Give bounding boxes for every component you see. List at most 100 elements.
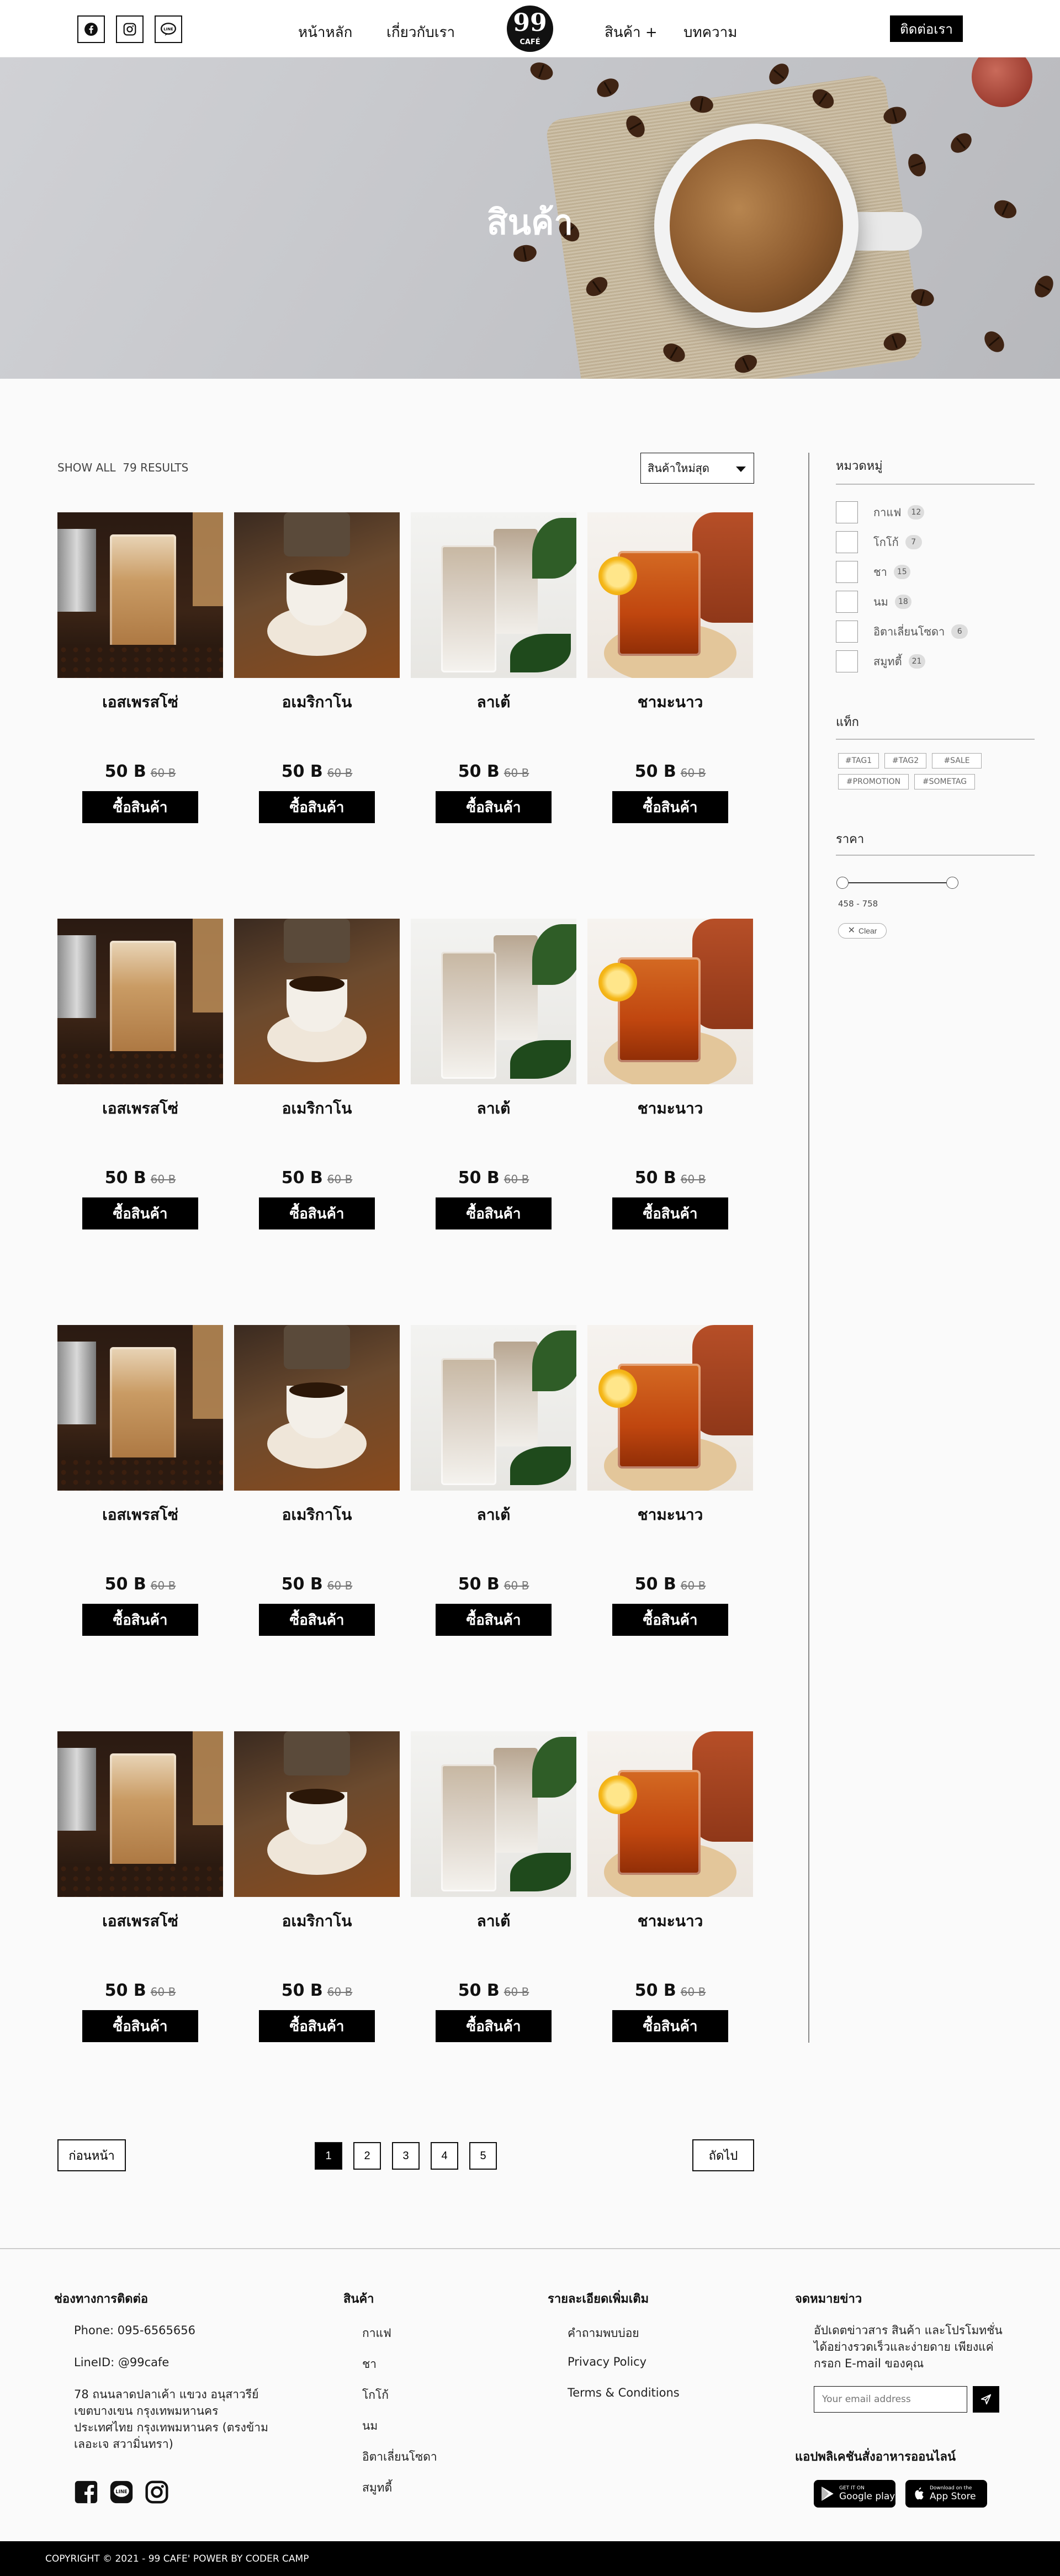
product-card[interactable]: ชามะนาว 50 B 60 B ซื้อสินค้า	[587, 919, 753, 1229]
product-name[interactable]: อเมริกาโน	[234, 1096, 400, 1121]
newsletter-send-button[interactable]	[973, 2386, 999, 2413]
page-3-button[interactable]: 3	[392, 2142, 420, 2170]
footer-link-cocoa[interactable]: โกโก้	[362, 2386, 389, 2404]
footer-instagram-button[interactable]	[144, 2479, 170, 2505]
product-name[interactable]: อเมริกาโน	[234, 1503, 400, 1527]
buy-button[interactable]: ซื้อสินค้า	[612, 791, 728, 823]
product-card[interactable]: ชามะนาว 50 B 60 B ซื้อสินค้า	[587, 1325, 753, 1636]
product-card[interactable]: อเมริกาโน 50 B 60 B ซื้อสินค้า	[234, 919, 400, 1229]
price-slider-track[interactable]	[842, 882, 953, 883]
footer-link-faq[interactable]: คำถามพบบ่อย	[568, 2324, 639, 2342]
line-button[interactable]: LINE	[155, 15, 182, 43]
espresso-image[interactable]	[57, 1325, 223, 1491]
product-name[interactable]: เอสเพรสโซ่	[57, 690, 223, 714]
buy-button[interactable]: ซื้อสินค้า	[259, 2010, 375, 2042]
nav-products[interactable]: สินค้า +	[605, 21, 658, 44]
footer-link-coffee[interactable]: กาแฟ	[362, 2324, 391, 2342]
product-name[interactable]: เอสเพรสโซ่	[57, 1096, 223, 1121]
americano-image[interactable]	[234, 512, 400, 678]
buy-button[interactable]: ซื้อสินค้า	[82, 791, 198, 823]
buy-button[interactable]: ซื้อสินค้า	[612, 1604, 728, 1636]
product-name[interactable]: อเมริกาโน	[234, 1909, 400, 1933]
category-item[interactable]: ชา 15	[836, 561, 910, 583]
product-card[interactable]: ลาเต้ 50 B 60 B ซื้อสินค้า	[411, 512, 576, 823]
tag-chip[interactable]: #SOMETAG	[914, 774, 975, 789]
footer-link-privacy[interactable]: Privacy Policy	[568, 2355, 646, 2368]
nav-about[interactable]: เกี่ยวกับเรา	[386, 21, 455, 44]
page-2-button[interactable]: 2	[353, 2142, 381, 2170]
contact-button[interactable]: ติดต่อเรา	[890, 15, 963, 42]
buy-button[interactable]: ซื้อสินค้า	[612, 1197, 728, 1229]
product-name[interactable]: ลาเต้	[411, 1503, 576, 1527]
clear-filter-button[interactable]: ✕ Clear	[838, 923, 887, 939]
category-checkbox[interactable]	[836, 501, 858, 523]
next-page-button[interactable]: ถัดไป	[692, 2139, 754, 2171]
category-item[interactable]: อิตาเลี่ยนโซดา 6	[836, 621, 968, 643]
nav-articles[interactable]: บทความ	[683, 21, 737, 44]
tag-chip[interactable]: #SALE	[932, 753, 982, 768]
product-card[interactable]: เอสเพรสโซ่ 50 B 60 B ซื้อสินค้า	[57, 919, 223, 1229]
prev-page-button[interactable]: ก่อนหน้า	[57, 2139, 126, 2171]
lemon-tea-image[interactable]	[587, 512, 753, 678]
instagram-button[interactable]	[116, 15, 144, 43]
product-name[interactable]: เอสเพรสโซ่	[57, 1503, 223, 1527]
product-card[interactable]: ลาเต้ 50 B 60 B ซื้อสินค้า	[411, 919, 576, 1229]
buy-button[interactable]: ซื้อสินค้า	[82, 1197, 198, 1229]
product-name[interactable]: อเมริกาโน	[234, 690, 400, 714]
buy-button[interactable]: ซื้อสินค้า	[436, 1197, 552, 1229]
buy-button[interactable]: ซื้อสินค้า	[259, 791, 375, 823]
espresso-image[interactable]	[57, 1731, 223, 1897]
tag-chip[interactable]: #PROMOTION	[838, 774, 909, 789]
buy-button[interactable]: ซื้อสินค้า	[436, 791, 552, 823]
buy-button[interactable]: ซื้อสินค้า	[82, 2010, 198, 2042]
espresso-image[interactable]	[57, 919, 223, 1084]
latte-image[interactable]	[411, 512, 576, 678]
product-card[interactable]: อเมริกาโน 50 B 60 B ซื้อสินค้า	[234, 512, 400, 823]
page-1-button[interactable]: 1	[315, 2142, 342, 2170]
buy-button[interactable]: ซื้อสินค้า	[612, 2010, 728, 2042]
price-slider-max-handle[interactable]	[946, 877, 958, 889]
page-4-button[interactable]: 4	[431, 2142, 458, 2170]
category-checkbox[interactable]	[836, 561, 858, 583]
latte-image[interactable]	[411, 1731, 576, 1897]
product-name[interactable]: ชามะนาว	[587, 690, 753, 714]
product-name[interactable]: ชามะนาว	[587, 1909, 753, 1933]
product-name[interactable]: ลาเต้	[411, 1909, 576, 1933]
footer-link-smoothie[interactable]: สมูทตี้	[362, 2479, 392, 2497]
product-card[interactable]: เอสเพรสโซ่ 50 B 60 B ซื้อสินค้า	[57, 1325, 223, 1636]
product-card[interactable]: ลาเต้ 50 B 60 B ซื้อสินค้า	[411, 1325, 576, 1636]
espresso-image[interactable]	[57, 512, 223, 678]
nav-home[interactable]: หน้าหลัก	[298, 21, 352, 44]
newsletter-email-input[interactable]	[814, 2386, 967, 2413]
buy-button[interactable]: ซื้อสินค้า	[259, 1197, 375, 1229]
latte-image[interactable]	[411, 919, 576, 1084]
category-item[interactable]: นม 18	[836, 591, 911, 613]
footer-link-terms[interactable]: Terms & Conditions	[568, 2386, 680, 2399]
footer-link-italian-soda[interactable]: อิตาเลี่ยนโซดา	[362, 2448, 437, 2466]
category-item[interactable]: โกโก้ 7	[836, 531, 922, 553]
category-checkbox[interactable]	[836, 621, 858, 643]
product-card[interactable]: อเมริกาโน 50 B 60 B ซื้อสินค้า	[234, 1325, 400, 1636]
page-5-button[interactable]: 5	[469, 2142, 497, 2170]
category-item[interactable]: กาแฟ 12	[836, 501, 925, 523]
americano-image[interactable]	[234, 1325, 400, 1491]
product-name[interactable]: ลาเต้	[411, 1096, 576, 1121]
lemon-tea-image[interactable]	[587, 1325, 753, 1491]
product-card[interactable]: อเมริกาโน 50 B 60 B ซื้อสินค้า	[234, 1731, 400, 2042]
footer-facebook-button[interactable]	[73, 2479, 99, 2505]
site-logo[interactable]: 99 CAFÉ	[507, 6, 553, 52]
price-slider-min-handle[interactable]	[836, 877, 849, 889]
americano-image[interactable]	[234, 1731, 400, 1897]
footer-link-tea[interactable]: ชา	[362, 2355, 377, 2373]
app-store-button[interactable]: Download on the App Store	[905, 2480, 987, 2508]
latte-image[interactable]	[411, 1325, 576, 1491]
buy-button[interactable]: ซื้อสินค้า	[82, 1604, 198, 1636]
facebook-button[interactable]	[77, 15, 105, 43]
product-name[interactable]: เอสเพรสโซ่	[57, 1909, 223, 1933]
buy-button[interactable]: ซื้อสินค้า	[436, 1604, 552, 1636]
category-item[interactable]: สมูทตี้ 21	[836, 650, 925, 672]
product-card[interactable]: เอสเพรสโซ่ 50 B 60 B ซื้อสินค้า	[57, 1731, 223, 2042]
tag-chip[interactable]: #TAG1	[838, 753, 879, 768]
product-card[interactable]: ลาเต้ 50 B 60 B ซื้อสินค้า	[411, 1731, 576, 2042]
product-card[interactable]: ชามะนาว 50 B 60 B ซื้อสินค้า	[587, 1731, 753, 2042]
